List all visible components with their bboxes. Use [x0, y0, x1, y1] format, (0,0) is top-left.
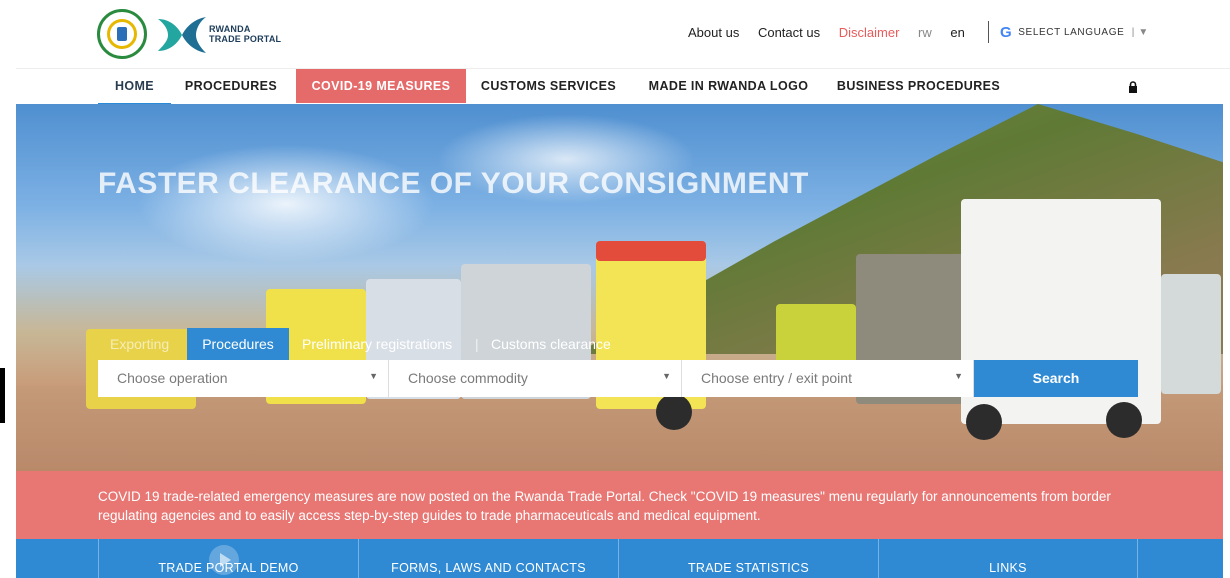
- page-edge-marker: [0, 368, 5, 423]
- chevron-down-icon: ▼: [662, 371, 671, 381]
- covid-notice-text: COVID 19 trade-related emergency measure…: [98, 489, 1111, 523]
- lang-en-link[interactable]: en: [950, 25, 964, 40]
- nav-home[interactable]: HOME: [98, 69, 171, 106]
- tab-procedures[interactable]: Procedures: [187, 328, 289, 360]
- lock-icon[interactable]: [1128, 81, 1138, 93]
- quick-links-bar: TRADE PORTAL DEMO FORMS, LAWS AND CONTAC…: [16, 539, 1223, 578]
- nav-customs-services[interactable]: CUSTOMS SERVICES: [476, 69, 621, 103]
- select-language-caret-icon: | ▼: [1131, 27, 1149, 38]
- header: RWANDA TRADE PORTAL About us Contact us …: [0, 0, 1230, 68]
- links-label: LINKS: [989, 561, 1027, 575]
- forms-laws-contacts-link[interactable]: FORMS, LAWS AND CONTACTS: [358, 539, 618, 578]
- trade-statistics-label: TRADE STATISTICS: [687, 561, 809, 575]
- logo-text-line1: RWANDA: [209, 24, 251, 34]
- nav-made-in-rwanda-logo[interactable]: MADE IN RWANDA LOGO: [641, 69, 816, 103]
- hero-banner: FASTER CLEARANCE OF YOUR CONSIGNMENT Exp…: [16, 104, 1223, 471]
- search-bar: Choose operation ▼ Choose commodity ▼ Ch…: [98, 360, 1138, 397]
- logo-text-line2: TRADE PORTAL: [209, 34, 282, 44]
- truck-wheel: [1106, 402, 1142, 438]
- contact-us-link[interactable]: Contact us: [758, 25, 820, 40]
- tab-customs-clearance[interactable]: Customs clearance: [491, 328, 611, 360]
- top-links: About us Contact us Disclaimer rw en: [688, 25, 980, 40]
- nav-business-procedures[interactable]: BUSINESS PROCEDURES: [836, 69, 1001, 103]
- truck-image: [1161, 274, 1221, 394]
- disclaimer-link[interactable]: Disclaimer: [839, 25, 900, 40]
- tab-preliminary-registrations[interactable]: Preliminary registrations: [302, 328, 452, 360]
- search-button[interactable]: Search: [974, 360, 1138, 397]
- entry-exit-select-placeholder: Choose entry / exit point: [701, 370, 852, 386]
- covid-notice-banner: COVID 19 trade-related emergency measure…: [16, 471, 1223, 539]
- nav-procedures[interactable]: PROCEDURES: [181, 69, 281, 103]
- cloud: [136, 144, 436, 264]
- chevron-down-icon: ▼: [954, 371, 963, 381]
- commodity-select[interactable]: Choose commodity ▼: [389, 360, 682, 397]
- nav-covid-19-measures[interactable]: COVID-19 MEASURES: [296, 69, 466, 103]
- forms-laws-contacts-label: FORMS, LAWS AND CONTACTS: [391, 561, 586, 575]
- logo-text: RWANDA TRADE PORTAL: [209, 24, 281, 44]
- main-nav: HOME PROCEDURES COVID-19 MEASURES CUSTOM…: [16, 68, 1230, 106]
- commodity-select-placeholder: Choose commodity: [408, 370, 528, 386]
- truck-image: [596, 241, 706, 261]
- google-icon: G: [1000, 24, 1013, 41]
- lang-rw-link[interactable]: rw: [918, 25, 932, 40]
- operation-select-placeholder: Choose operation: [117, 370, 228, 386]
- chevron-down-icon: ▼: [369, 371, 378, 381]
- truck-wheel: [656, 394, 692, 430]
- truck-wheel: [966, 404, 1002, 440]
- about-us-link[interactable]: About us: [688, 25, 739, 40]
- tab-separator: |: [475, 336, 479, 352]
- trade-statistics-link[interactable]: TRADE STATISTICS: [618, 539, 878, 578]
- trade-portal-demo-label: TRADE PORTAL DEMO: [158, 561, 299, 575]
- rwanda-trade-portal-logo[interactable]: [156, 13, 208, 57]
- tab-exporting[interactable]: Exporting: [110, 328, 169, 360]
- divider: [988, 21, 989, 43]
- select-language-dropdown[interactable]: G SELECT LANGUAGE | ▼: [1000, 24, 1149, 41]
- trade-portal-demo-link[interactable]: TRADE PORTAL DEMO: [98, 539, 358, 578]
- select-language-label: SELECT LANGUAGE: [1018, 27, 1125, 38]
- links-link[interactable]: LINKS: [878, 539, 1138, 578]
- operation-select[interactable]: Choose operation ▼: [98, 360, 389, 397]
- hero-title: FASTER CLEARANCE OF YOUR CONSIGNMENT: [98, 167, 809, 200]
- rwanda-emblem-logo[interactable]: [97, 9, 147, 59]
- entry-exit-point-select[interactable]: Choose entry / exit point ▼: [682, 360, 974, 397]
